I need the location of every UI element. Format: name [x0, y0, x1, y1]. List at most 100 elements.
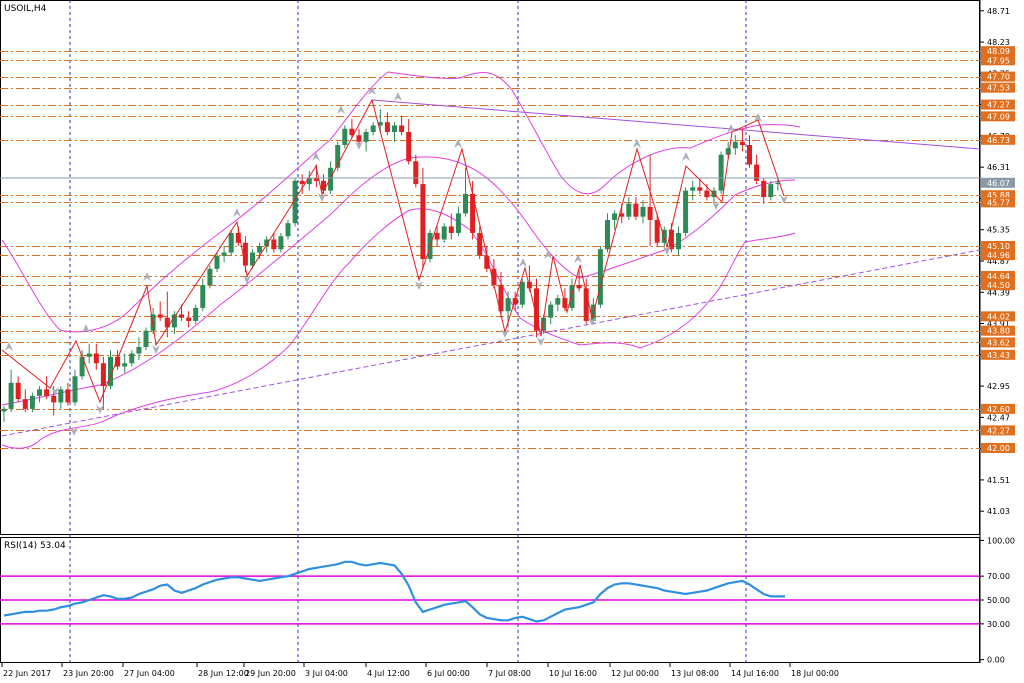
level-tag-label: 47.53 — [987, 84, 1010, 93]
candle-body — [441, 226, 447, 240]
candle-body — [65, 389, 71, 403]
candle-body — [668, 229, 674, 250]
candle-body — [356, 135, 362, 142]
time-axis: 22 Jun 2017 23 Jun 20:00 27 Jun 04:00 28 Ju… — [1, 663, 839, 678]
price-chart[interactable]: 48.7148.2347.7547.2746.7946.3145.8345.35… — [0, 0, 1024, 683]
candle-body — [15, 382, 21, 400]
horizontal-levels — [0, 51, 980, 449]
candle-body — [207, 268, 213, 286]
candle-body — [519, 281, 525, 305]
candle-body — [221, 252, 227, 256]
rsi-indicator — [0, 560, 980, 625]
up-fractal-arrow — [312, 152, 320, 161]
bollinger-middle-band — [1, 156, 796, 406]
candle-body — [704, 190, 710, 198]
time-tick-label: 3 Jul 04:00 — [305, 669, 348, 678]
candle-body — [8, 382, 14, 409]
price-tick-label: 41.51 — [987, 476, 1010, 485]
candle-body — [29, 395, 35, 409]
price-tick-label: 48.23 — [987, 38, 1010, 47]
candle-body — [576, 285, 582, 289]
candle-body — [143, 330, 149, 347]
candle-body — [605, 219, 610, 250]
time-tick-label: 28 Jun 12:00 — [198, 669, 249, 678]
level-tag-label: 45.77 — [987, 198, 1010, 207]
time-tick-label: 27 Jun 04:00 — [124, 669, 175, 678]
candle-body — [676, 232, 681, 250]
price-tick-label: 42.47 — [987, 413, 1010, 422]
time-tick-label: 12 Jul 00:00 — [611, 669, 659, 678]
price-tick-label: 48.71 — [987, 7, 1010, 16]
level-tag-label: 43.43 — [987, 351, 1010, 360]
up-fractal-arrow — [682, 152, 690, 161]
candle-body — [548, 304, 554, 318]
time-tick-label: 14 Jul 16:00 — [731, 669, 779, 678]
time-tick-label: 7 Jul 08:00 — [488, 669, 531, 678]
level-tag-label: 42.60 — [987, 405, 1010, 414]
candle-body — [1, 408, 7, 412]
candle-body — [299, 180, 305, 185]
rsi-line — [3, 560, 785, 623]
candle-body — [37, 389, 42, 396]
candle-body — [136, 346, 142, 354]
up-fractal-arrow — [394, 92, 402, 101]
candle-body — [612, 213, 618, 220]
level-tag-label: 44.02 — [987, 312, 1010, 321]
candle-body — [193, 307, 199, 321]
candle-body — [392, 125, 397, 132]
down-fractal-arrow — [537, 337, 545, 346]
candle-body — [93, 353, 99, 364]
candle-body — [122, 363, 128, 367]
candles — [1, 109, 781, 422]
candle-body — [739, 141, 745, 146]
candle-body — [44, 389, 50, 396]
resistance-trendline[interactable] — [371, 99, 981, 150]
level-tag-label: 44.50 — [987, 281, 1010, 290]
rsi-title: RSI(14) 53.04 — [4, 541, 66, 551]
candle-body — [555, 298, 561, 305]
candle-body — [477, 232, 483, 256]
time-tick-label: 23 Jun 20:00 — [63, 669, 114, 678]
chart-symbol-title: USOIL,H4 — [4, 4, 47, 14]
level-tag-label: 47.27 — [987, 101, 1010, 110]
level-tag-label: 46.73 — [987, 136, 1010, 145]
time-tick-label: 22 Jun 2017 — [3, 669, 51, 678]
candle-body — [200, 285, 206, 308]
level-tag-label: 43.80 — [987, 327, 1010, 336]
candle-body — [285, 223, 291, 237]
level-tag-label: 44.96 — [987, 251, 1010, 260]
time-tick-label: 6 Jul 00:00 — [427, 669, 470, 678]
candle-body — [384, 122, 390, 132]
candle-body — [257, 245, 263, 253]
candle-body — [214, 255, 220, 269]
candle-body — [505, 298, 511, 312]
candle-body — [455, 213, 461, 233]
candle-body — [448, 226, 454, 233]
candle-body — [342, 128, 348, 146]
time-tick-label: 13 Jul 08:00 — [671, 669, 719, 678]
level-tag-label: 45.10 — [987, 242, 1010, 251]
up-fractal-arrow — [233, 208, 241, 217]
price-tick-label: 41.03 — [987, 507, 1010, 516]
candle-body — [640, 206, 646, 217]
candle-body — [86, 353, 92, 357]
rsi-tick-label: 70.00 — [987, 572, 1010, 581]
price-tick-label: 45.35 — [987, 226, 1010, 235]
candle-body — [690, 187, 696, 191]
bollinger-upper-band — [1, 71, 801, 333]
level-tag-label: 42.27 — [987, 426, 1010, 435]
price-tick-label: 42.95 — [987, 382, 1010, 391]
time-tick-label: 10 Jul 16:00 — [549, 669, 597, 678]
level-tag-label: 47.95 — [987, 56, 1010, 65]
candle-body — [761, 180, 767, 198]
level-tag-label: 47.70 — [987, 73, 1010, 82]
candle-body — [22, 399, 28, 409]
candle-body — [51, 395, 57, 403]
rsi-axis: 100.00 70.00 50.00 30.00 0.00 — [980, 536, 1015, 665]
price-tick-label: 46.31 — [987, 163, 1010, 172]
current-price-tag-label: 46.07 — [987, 179, 1010, 188]
rsi-tick-label: 50.00 — [987, 596, 1010, 605]
candle-body — [413, 161, 419, 185]
candle-body — [370, 125, 376, 132]
rsi-tick-label: 100.00 — [987, 536, 1015, 545]
